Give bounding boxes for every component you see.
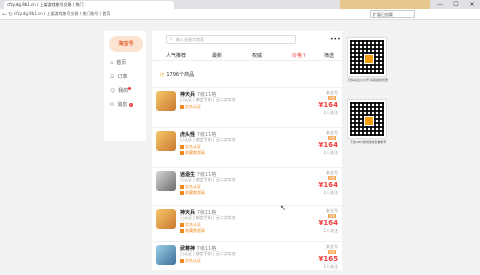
filter-tabs: 人气推荐 最新 权威 价格↑ 筛选 xyxy=(152,51,342,61)
list-icon: ☰ xyxy=(110,74,115,80)
sidebar-item-label: 我的 xyxy=(118,88,129,94)
item-meta: 已认证 | 绑定手机 | 无二次实名 xyxy=(180,251,236,256)
item-price: ¥164 xyxy=(318,141,338,149)
qr-code-app: 下载APP 随时随地查看账号 xyxy=(347,99,388,144)
qr-code-image xyxy=(347,99,387,139)
item-meta: 已认证 | 绑定手机 | 无二次实名 xyxy=(180,177,236,182)
avatar xyxy=(156,131,176,151)
item-price: ¥164 xyxy=(318,101,338,109)
guarantee-badge: 包赔 xyxy=(327,176,336,180)
guarantee-badge: 包赔 xyxy=(327,214,336,218)
tab-price[interactable]: 价格↑ xyxy=(292,52,306,59)
mouse-cursor-icon: ↖ xyxy=(280,204,286,212)
result-count: ◷ 1796个商品 xyxy=(160,72,195,78)
item-followers: 1人关注 xyxy=(323,264,338,269)
sidebar-item-label: 首页 xyxy=(116,60,127,66)
item-tag: 收藏数超高 xyxy=(180,190,205,196)
qr-code-wechat: 扫码关注公众号 获取最新优惠 xyxy=(347,37,388,82)
item-followers: 1人关注 xyxy=(323,110,338,115)
close-window-button[interactable]: ✕ xyxy=(464,0,480,9)
avatar xyxy=(156,91,176,111)
item-tag: 实名认证 xyxy=(180,258,201,264)
reload-icon[interactable]: ↻ xyxy=(8,11,13,18)
avatar xyxy=(156,209,176,229)
notification-dot xyxy=(128,87,132,90)
list-item[interactable]: 神天兵 7级11格 已认证 | 绑定手机 | 无二次实名 实名认证 收藏数超高 … xyxy=(152,205,342,239)
browser-tab-thumbnail xyxy=(340,0,430,9)
tab-newest[interactable]: 最新 xyxy=(212,52,222,59)
list-item[interactable]: 虎头怪 7级11格 已认证 | 绑定手机 | 无二次实名 实名认证 收藏数超高 … xyxy=(152,127,342,161)
url-field[interactable]: cfzy.dg.9b1.cn / 上架游戏账号交易 / 热门账号 / 首页 xyxy=(14,11,110,17)
list-item[interactable]: 逍遥生 7级11格 已认证 | 绑定手机 | 无二次实名 实名认证 收藏数超高 … xyxy=(152,167,342,201)
item-meta: 已认证 | 绑定手机 | 无二次实名 xyxy=(180,137,236,142)
item-price: ¥164 xyxy=(318,219,338,227)
guarantee-badge: 包赔 xyxy=(327,250,336,254)
sidebar-item-orders[interactable]: ☰ 订单 xyxy=(110,73,128,80)
address-bar: ← ↻ cfzy.dg.9b1.cn / 上架游戏账号交易 / 热门账号 / 首… xyxy=(0,9,480,20)
logo: 淘宝号 xyxy=(109,36,143,52)
sidebar: 淘宝号 ⌂ 首页 ☰ 订单 ☺ 我的 ✉ 消息 1 xyxy=(104,31,146,141)
item-followers: 1人关注 xyxy=(323,228,338,233)
tab-popular[interactable]: 人气推荐 xyxy=(166,52,186,59)
qr-caption: 下载APP 随时随地查看账号 xyxy=(349,140,387,144)
tab-authority[interactable]: 权威 xyxy=(252,52,262,59)
avatar xyxy=(156,245,176,265)
guarantee-badge: 包赔 xyxy=(327,136,336,140)
maximize-button[interactable]: ☐ xyxy=(448,0,464,9)
tab-filter[interactable]: 筛选 xyxy=(324,52,334,59)
extension-field[interactable]: 扩展已加载 xyxy=(370,10,415,18)
minimize-button[interactable]: — xyxy=(432,0,448,9)
main-panel: ⌕ 输入关键字搜索 ••• 人气推荐 最新 权威 价格↑ 筛选 ◷ 1796个商品… xyxy=(152,31,342,270)
qr-caption: 扫码关注公众号 获取最新优惠 xyxy=(348,78,388,82)
more-icon[interactable]: ••• xyxy=(330,36,341,43)
browser-tab-strip: cfzy.dg.9b1.cn / 上架游戏账号交易 / 热门 — ☐ ✕ xyxy=(0,0,480,9)
qr-code-image xyxy=(347,37,387,77)
item-price: ¥164 xyxy=(318,181,338,189)
home-icon: ⌂ xyxy=(110,60,114,66)
search-icon: ⌕ xyxy=(170,36,173,42)
search-placeholder: 输入关键字搜索 xyxy=(176,37,204,42)
back-icon[interactable]: ← xyxy=(2,11,7,18)
browser-tab[interactable]: cfzy.dg.9b1.cn / 上架游戏账号交易 / 热门 xyxy=(4,1,174,9)
avatar xyxy=(156,171,176,191)
message-badge: 1 xyxy=(128,103,133,107)
item-tag: 收藏数超高 xyxy=(180,228,205,234)
user-icon: ☺ xyxy=(110,88,116,94)
item-price: ¥165 xyxy=(318,255,338,263)
clock-icon: ◷ xyxy=(160,72,165,78)
guarantee-badge: 包赔 xyxy=(327,96,336,100)
item-followers: 1人关注 xyxy=(323,150,338,155)
sidebar-item-label: 消息 xyxy=(117,102,128,108)
sidebar-item-mine[interactable]: ☺ 我的 xyxy=(110,87,132,94)
message-icon: ✉ xyxy=(110,102,115,108)
item-tag: 收藏数超高 xyxy=(180,150,205,156)
item-tag: 实名认证 xyxy=(180,104,201,110)
list-item[interactable]: 神天兵 7级11格 已认证 | 绑定手机 | 无二次实名 实名认证 安全号 包赔… xyxy=(152,87,342,121)
item-meta: 已认证 | 绑定手机 | 无二次实名 xyxy=(180,97,236,102)
item-followers: 1人关注 xyxy=(323,190,338,195)
sidebar-item-messages[interactable]: ✉ 消息 1 xyxy=(110,101,133,108)
search-input[interactable]: ⌕ 输入关键字搜索 xyxy=(166,35,296,44)
sidebar-item-home[interactable]: ⌂ 首页 xyxy=(110,59,126,66)
sidebar-item-label: 订单 xyxy=(117,74,128,80)
item-meta: 已认证 | 绑定手机 | 无二次实名 xyxy=(180,215,236,220)
